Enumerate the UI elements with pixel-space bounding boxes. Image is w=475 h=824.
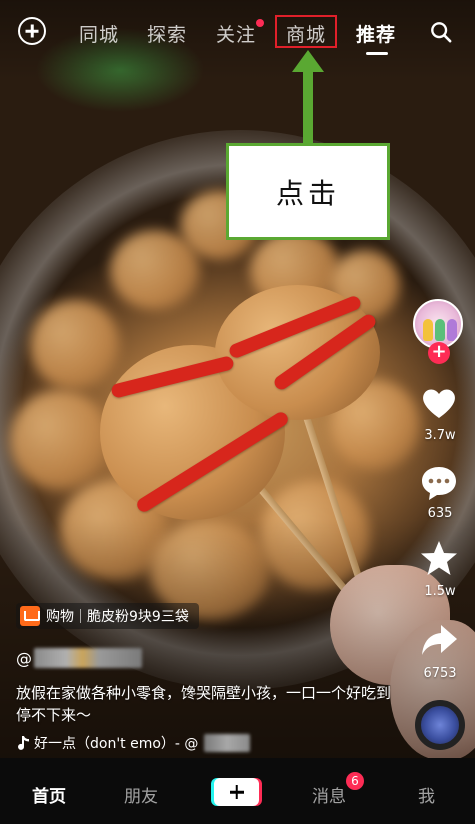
search-icon[interactable]	[430, 21, 452, 43]
heart-icon[interactable]	[419, 383, 459, 423]
music-disc[interactable]	[415, 700, 465, 750]
tab-following[interactable]: 关注	[216, 20, 256, 47]
share-count: 6753	[423, 666, 457, 681]
tab-recommended[interactable]: 推荐	[356, 20, 396, 47]
tab-explore[interactable]: 探索	[147, 20, 187, 47]
callout-text: 点击	[275, 176, 340, 210]
star-icon[interactable]	[419, 538, 459, 578]
tab-messages[interactable]: 消息	[312, 782, 346, 807]
shopping-label: 购物	[46, 609, 74, 625]
video-player[interactable]	[0, 0, 475, 758]
annotation-arrow	[292, 50, 324, 146]
music-note-icon	[18, 736, 29, 750]
tab-me[interactable]: 我	[418, 782, 435, 807]
comment-icon[interactable]	[419, 463, 459, 503]
video-description[interactable]: 放假在家做各种小零食，馋哭隔壁小孩，一口一个好吃到停不下来～	[16, 682, 396, 726]
tab-friends[interactable]: 朋友	[124, 782, 158, 807]
follow-plus-icon[interactable]: +	[428, 342, 450, 364]
create-button[interactable]	[214, 778, 259, 806]
favorite-count: 1.5w	[424, 584, 456, 599]
tab-home[interactable]: 首页	[32, 782, 66, 807]
divider	[80, 609, 81, 623]
username[interactable]: @	[16, 647, 142, 669]
top-navigation: 同城 探索 关注 商城 推荐	[0, 14, 475, 55]
share-icon[interactable]	[419, 620, 459, 660]
music-title: 好一点（don't emo）- @	[34, 736, 199, 752]
tab-same-city[interactable]: 同城	[79, 20, 119, 47]
comment-count: 635	[427, 506, 453, 521]
active-tab-indicator	[366, 52, 388, 55]
mall-highlight-box	[275, 15, 337, 48]
annotation-callout: 点击	[226, 143, 390, 240]
product-label: 脆皮粉9块9三袋	[87, 609, 189, 625]
background-food	[30, 300, 120, 390]
notification-dot	[256, 19, 264, 27]
add-circle-icon[interactable]	[18, 17, 46, 45]
cart-icon	[20, 606, 40, 626]
shopping-badge[interactable]: 购物 脆皮粉9块9三袋	[16, 603, 199, 629]
messages-badge: 6	[346, 772, 364, 790]
music-info[interactable]: 好一点（don't emo）- @	[16, 733, 251, 753]
like-count: 3.7w	[424, 428, 456, 443]
background-food	[10, 390, 110, 490]
username-prefix: @	[16, 648, 32, 668]
redacted-username	[34, 648, 142, 668]
redacted-artist	[204, 734, 251, 752]
bottom-tab-bar: 首页 朋友 消息 6 我	[0, 758, 475, 824]
